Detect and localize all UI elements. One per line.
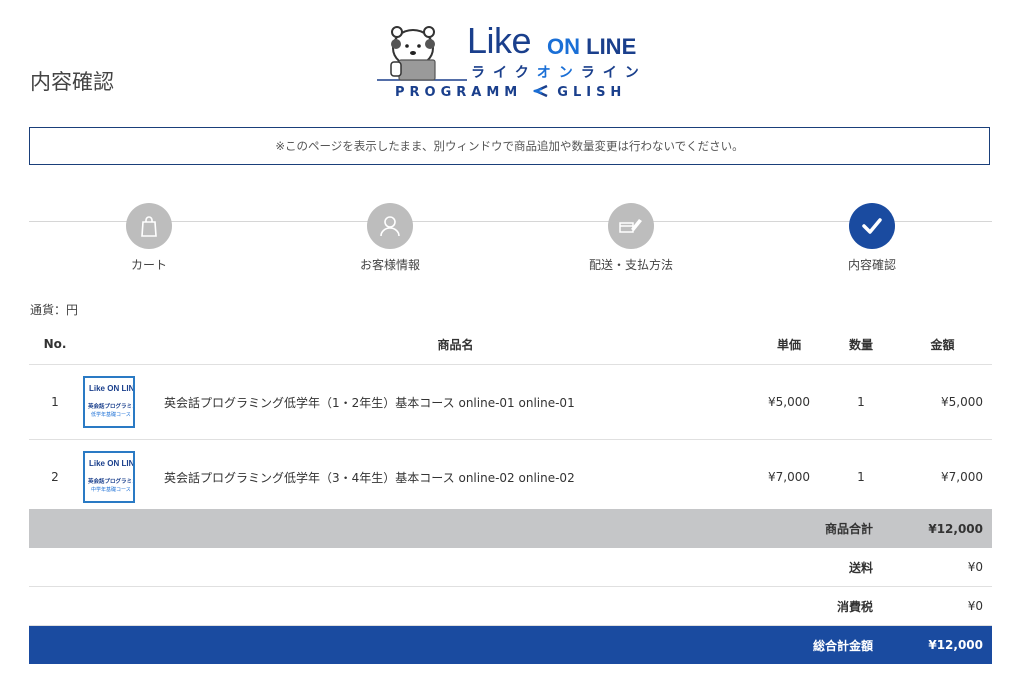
step-customer-label: お客様情報 bbox=[359, 258, 420, 272]
currency-label: 通貨：円 bbox=[30, 303, 79, 317]
table-row: 1 Like ON LINE 英会話プログラミング 低学年基礎コース 英会話プロ… bbox=[29, 364, 992, 440]
step-confirm-circle bbox=[849, 203, 895, 249]
step-customer-circle bbox=[367, 203, 413, 249]
step-confirm: 内容確認 bbox=[792, 203, 952, 273]
grand-total-row: 総合計金額 ¥12,000 bbox=[29, 626, 992, 664]
thumb-sub: 低学年基礎コース bbox=[91, 412, 131, 418]
thumb-sub: 中学年基礎コース bbox=[91, 487, 131, 493]
thumb-title: 英会話プログラミング bbox=[88, 479, 133, 485]
step-confirm-label: 内容確認 bbox=[847, 258, 896, 272]
row-no: 1 bbox=[29, 364, 81, 440]
step-shipping-payment: 配送・支払方法 bbox=[551, 203, 711, 273]
logo-kana-text: ライクオンライン bbox=[471, 62, 647, 82]
logo-kana-b: ライン bbox=[580, 65, 647, 81]
grand-total-value: ¥12,000 bbox=[928, 638, 983, 652]
thumb-brand: Like ON LINE bbox=[89, 459, 135, 468]
subtotal-label: 商品合計 bbox=[824, 522, 873, 536]
notice-box: ※このページを表示したまま、別ウィンドウで商品追加や数量変更は行わないでください… bbox=[29, 127, 990, 165]
step-shipping-label: 配送・支払方法 bbox=[588, 258, 673, 272]
logo-kana-a: ライク bbox=[471, 65, 537, 81]
step-cart: カート bbox=[69, 203, 229, 273]
bear-mascot-icon bbox=[377, 26, 467, 81]
row-no: 2 bbox=[29, 439, 81, 515]
thumb-title: 英会話プログラミング bbox=[88, 404, 133, 410]
subtotal-value: ¥12,000 bbox=[928, 521, 983, 536]
step-customer-info: お客様情報 bbox=[310, 203, 470, 273]
step-cart-circle bbox=[126, 203, 172, 249]
product-thumbnail[interactable]: Like ON LINE 英会話プログラミング 低学年基礎コース bbox=[83, 376, 135, 428]
thumb-brand: Like ON LINE bbox=[89, 384, 135, 393]
header-name: 商品名 bbox=[163, 324, 748, 365]
row-price: ¥7,000 bbox=[748, 439, 830, 515]
logo-online-text: ON LINE bbox=[547, 34, 636, 60]
logo-subtitle: PROGRAMM GLISH bbox=[395, 84, 626, 100]
logo-sub-b: GLISH bbox=[557, 85, 627, 100]
row-amount: ¥7,000 bbox=[892, 439, 992, 515]
step-cart-label: カート bbox=[130, 258, 167, 272]
subtotal-row: 商品合計 ¥12,000 bbox=[29, 509, 992, 548]
product-thumbnail[interactable]: Like ON LINE 英会話プログラミング 中学年基礎コース bbox=[83, 451, 135, 503]
shipping-label: 送料 bbox=[848, 560, 873, 575]
logo-sub-a: PROGRAMM bbox=[395, 85, 523, 100]
header-price: 単価 bbox=[748, 324, 830, 365]
check-icon bbox=[862, 218, 882, 234]
row-qty: 1 bbox=[830, 364, 892, 440]
row-price: ¥5,000 bbox=[748, 364, 830, 440]
row-qty: 1 bbox=[830, 439, 892, 515]
tax-row: 消費税 ¥0 bbox=[29, 587, 992, 626]
logo-like-text: Like bbox=[467, 20, 532, 61]
logo-kana-on: オン bbox=[536, 65, 581, 81]
tax-value: ¥0 bbox=[967, 599, 983, 613]
order-items-table: No. 商品名 単価 数量 金額 1 Like ON LINE 英会話プログラミ… bbox=[29, 324, 992, 515]
grand-total-label: 総合計金額 bbox=[812, 638, 873, 653]
person-icon bbox=[380, 216, 400, 237]
logo-line-text: LINE bbox=[586, 34, 637, 59]
header-no: No. bbox=[29, 324, 81, 365]
row-amount: ¥5,000 bbox=[892, 364, 992, 440]
header-amount: 金額 bbox=[892, 324, 992, 365]
shipping-row: 送料 ¥0 bbox=[29, 548, 992, 587]
tax-label: 消費税 bbox=[836, 599, 873, 614]
row-product-name: 英会話プログラミング低学年（1・2年生）基本コース online-01 onli… bbox=[163, 364, 748, 440]
row-product-name: 英会話プログラミング低学年（3・4年生）基本コース online-02 onli… bbox=[163, 439, 748, 515]
table-header-row: No. 商品名 単価 数量 金額 bbox=[29, 324, 992, 365]
page-title: 内容確認 bbox=[30, 70, 114, 94]
step-shipping-circle bbox=[608, 203, 654, 249]
site-logo[interactable]: Like ON LINE ライクオンライン PROGRAMM GLISH bbox=[375, 14, 655, 104]
bag-icon bbox=[141, 216, 157, 237]
header-image bbox=[81, 324, 163, 365]
logo-on-text: ON bbox=[547, 34, 580, 59]
arrow-e-icon bbox=[532, 84, 548, 98]
table-row: 2 Like ON LINE 英会話プログラミング 中学年基礎コース 英会話プロ… bbox=[29, 439, 992, 515]
card-icon bbox=[619, 219, 642, 233]
header-qty: 数量 bbox=[830, 324, 892, 365]
shipping-value: ¥0 bbox=[967, 560, 983, 574]
